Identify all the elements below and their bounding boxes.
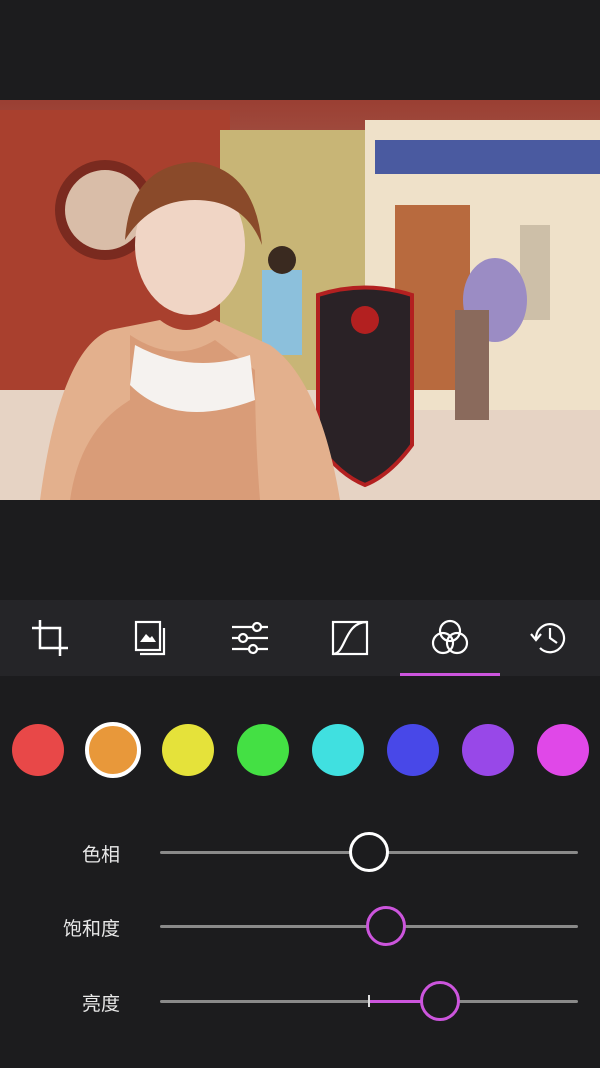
brightness-label: 亮度 [81,993,120,1015]
saturation-knob[interactable] [365,906,406,946]
swatch-red[interactable] [12,724,64,776]
brightness-center-tick [368,995,370,1007]
tool-history[interactable] [500,600,600,676]
swatch-blue[interactable] [387,724,439,776]
hue-knob[interactable] [349,832,389,872]
swatch-orange[interactable] [85,722,141,778]
swatch-yellow[interactable] [162,724,214,776]
tool-adjust[interactable] [200,600,300,676]
saturation-slider-row: 饱和度 [0,906,600,946]
history-icon [530,623,566,654]
photo-bottom-gap [0,500,600,600]
photo-image [0,100,600,500]
swatch-magenta[interactable] [537,724,589,776]
crop-icon [32,620,68,656]
photo-preview[interactable] [0,100,600,500]
tool-curves[interactable] [300,600,400,676]
hue-label: 色相 [81,844,120,866]
swatch-cyan[interactable] [312,724,364,776]
tool-crop[interactable] [0,600,100,676]
tool-hsl[interactable] [400,600,500,676]
top-bar [0,0,600,100]
curves-icon [331,620,369,656]
swatch-purple[interactable] [462,724,514,776]
filter-layers-icon [134,620,166,656]
color-swatch-row [0,722,600,780]
hsl-color-circles-icon [431,619,469,655]
saturation-label: 饱和度 [62,918,120,940]
adjust-sliders-icon [232,621,268,655]
brightness-slider-row: 亮度 [0,981,600,1021]
edit-toolbar [0,600,600,676]
hue-slider-row: 色相 [0,832,600,872]
brightness-knob[interactable] [420,981,461,1021]
tool-filters[interactable] [100,600,200,676]
swatch-green[interactable] [237,724,289,776]
